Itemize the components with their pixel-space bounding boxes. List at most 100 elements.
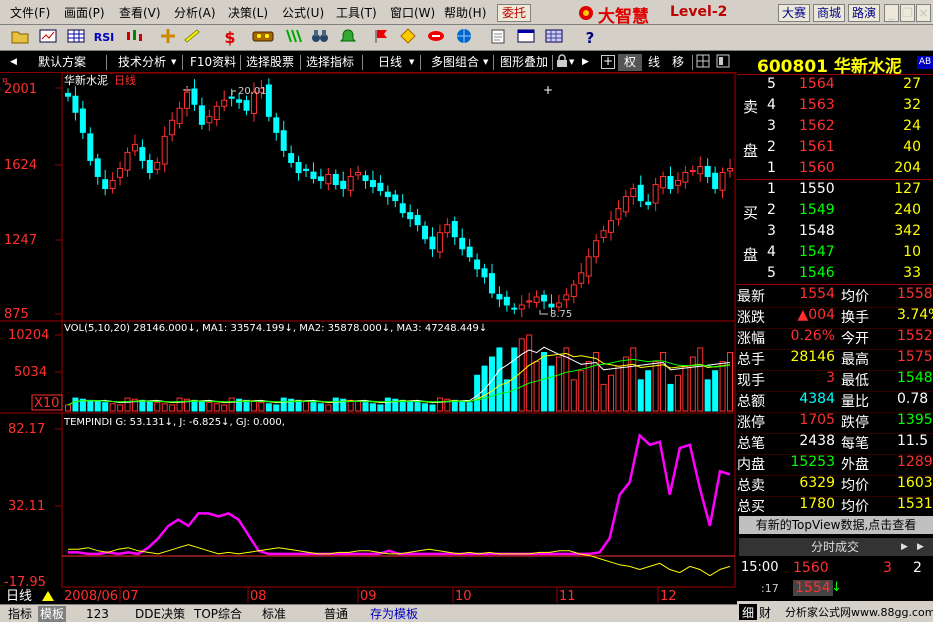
- close-icon[interactable]: ×: [916, 4, 931, 22]
- tab-f10[interactable]: F10资料: [190, 54, 236, 71]
- weituo-button[interactable]: 委托: [497, 4, 531, 22]
- window-list-icon[interactable]: [516, 28, 536, 48]
- tab-select-stock[interactable]: 选择股票: [246, 54, 294, 71]
- binoculars-icon[interactable]: [310, 28, 330, 48]
- diamond-icon[interactable]: [398, 28, 418, 48]
- lock-icon[interactable]: [556, 54, 568, 71]
- menu-file[interactable]: 文件(F): [10, 4, 50, 21]
- minimize-icon[interactable]: _: [884, 4, 899, 22]
- bell-icon[interactable]: [338, 28, 358, 48]
- book-row[interactable]: 1 1560 204: [737, 160, 933, 181]
- dollar-icon[interactable]: $: [220, 28, 240, 48]
- tick-expand-icon[interactable]: ▶: [917, 538, 924, 556]
- tab-yi[interactable]: 移: [672, 54, 684, 71]
- tab-multi-chart[interactable]: 多图组合: [431, 54, 479, 71]
- brand-logo-icon: [579, 6, 593, 20]
- book-row[interactable]: 4 1547 10: [737, 244, 933, 265]
- help-question-icon[interactable]: ?: [580, 28, 600, 48]
- candle-body: [622, 196, 629, 213]
- volume-bar: [87, 399, 94, 412]
- menu-decision[interactable]: 决策(L): [228, 4, 268, 21]
- btab-normal[interactable]: 普通: [324, 606, 348, 622]
- info-marker-icon[interactable]: +: [543, 83, 553, 97]
- btab-indicator[interactable]: 指标: [8, 606, 32, 622]
- restore-icon[interactable]: ❐: [900, 4, 915, 22]
- menu-screen[interactable]: 画面(P): [64, 4, 105, 21]
- price-ytick: 1624: [4, 158, 37, 173]
- volume-bar: [355, 401, 362, 412]
- flag-icon[interactable]: [372, 28, 392, 48]
- volume-bar: [466, 402, 473, 412]
- ab-badge[interactable]: AB: [917, 56, 933, 69]
- tab-default-scheme[interactable]: 默认方案: [38, 54, 86, 71]
- ruler-icon[interactable]: [182, 28, 202, 48]
- menu-help[interactable]: 帮助(H): [444, 4, 486, 21]
- candle-body: [295, 161, 302, 173]
- crosshair-toggle-icon[interactable]: +: [601, 55, 615, 69]
- btab-top[interactable]: TOP综合: [194, 606, 242, 622]
- notepad-icon[interactable]: [488, 28, 508, 48]
- chart-area[interactable]: 2001 1624 1247 875 ¤ 华新水泥 日线 + + 20.01 8…: [0, 73, 737, 604]
- tab-right-arrow-icon[interactable]: ▶: [582, 54, 589, 71]
- tab-quan[interactable]: 权: [618, 54, 642, 71]
- grid-window-icon[interactable]: [66, 28, 86, 48]
- btab-123[interactable]: 123: [86, 606, 109, 622]
- globe-icon[interactable]: [454, 28, 474, 48]
- book-row[interactable]: 2 1549 240: [737, 202, 933, 223]
- tab-dropdown-icon[interactable]: ▼: [409, 54, 414, 71]
- book-row[interactable]: 4 1563 32: [737, 97, 933, 118]
- topview-news-button[interactable]: 有新的TopView数据,点击查看: [739, 516, 933, 534]
- chart-window-icon[interactable]: [38, 28, 58, 48]
- crosshair-icon[interactable]: [158, 28, 178, 48]
- btab-template[interactable]: 模板: [38, 606, 67, 622]
- book-volume: 33: [903, 265, 921, 281]
- tick-header: 分时成交 ▶ ▶: [739, 538, 933, 556]
- tab-overlay[interactable]: 图形叠加: [500, 54, 548, 71]
- menu-analysis[interactable]: 分析(A): [174, 4, 216, 21]
- candle-body: [422, 225, 429, 240]
- menu-tools[interactable]: 工具(T): [336, 4, 377, 21]
- rsi-button[interactable]: RSI: [92, 28, 116, 48]
- tab-daily[interactable]: 日线: [378, 54, 402, 71]
- tab-xi[interactable]: 细: [739, 604, 757, 620]
- book-row[interactable]: 3 1548 342: [737, 223, 933, 244]
- btab-standard[interactable]: 标准: [262, 606, 286, 622]
- tab-dropdown-icon[interactable]: ▼: [171, 54, 176, 71]
- period-icon[interactable]: [696, 54, 710, 71]
- tab-dropdown-icon[interactable]: ▼: [569, 54, 574, 71]
- stripes-icon[interactable]: [284, 28, 304, 48]
- layout-icon[interactable]: [716, 54, 730, 71]
- menu-window[interactable]: 窗口(W): [390, 4, 435, 21]
- btab-save-template[interactable]: 存为模板: [370, 606, 418, 622]
- settings-marker-icon[interactable]: ¤: [2, 76, 8, 86]
- tab-left-arrow-icon[interactable]: ◀: [10, 54, 17, 71]
- btab-dde[interactable]: DDE决策: [135, 606, 185, 622]
- kline-icon[interactable]: [124, 28, 144, 48]
- tab-technical-analysis[interactable]: 技术分析: [118, 54, 166, 71]
- dasai-button[interactable]: 大赛: [778, 4, 810, 22]
- shangcheng-button[interactable]: 商城: [813, 4, 845, 22]
- tick-expand-icon[interactable]: ▶: [901, 538, 908, 556]
- tab-select-indicator[interactable]: 选择指标: [306, 54, 354, 71]
- pill-icon[interactable]: [426, 28, 446, 48]
- stat-key: 均价: [841, 478, 869, 494]
- book-row[interactable]: 5 1546 33: [737, 265, 933, 286]
- book-row[interactable]: 2 1561 40: [737, 139, 933, 160]
- tab-separator: [362, 55, 363, 70]
- book-row[interactable]: 5 1564 27: [737, 76, 933, 97]
- tab-cai[interactable]: 财: [759, 604, 771, 621]
- volume-bar: [332, 397, 339, 412]
- tab-dropdown-icon[interactable]: ▼: [483, 54, 488, 71]
- book-row[interactable]: 3 1562 24: [737, 118, 933, 139]
- book-row[interactable]: 1 1550 127: [737, 181, 933, 202]
- book-price: 1561: [799, 139, 835, 155]
- folder-icon[interactable]: [10, 28, 30, 48]
- book-price: 1549: [799, 202, 835, 218]
- tab-xian[interactable]: 线: [648, 54, 660, 71]
- grid-table-icon[interactable]: [544, 28, 564, 48]
- tape-icon[interactable]: [252, 28, 274, 48]
- luyan-button[interactable]: 路演: [848, 4, 880, 22]
- menu-formula[interactable]: 公式(U): [282, 4, 324, 21]
- candle-body: [377, 182, 384, 192]
- menu-view[interactable]: 查看(V): [119, 4, 161, 21]
